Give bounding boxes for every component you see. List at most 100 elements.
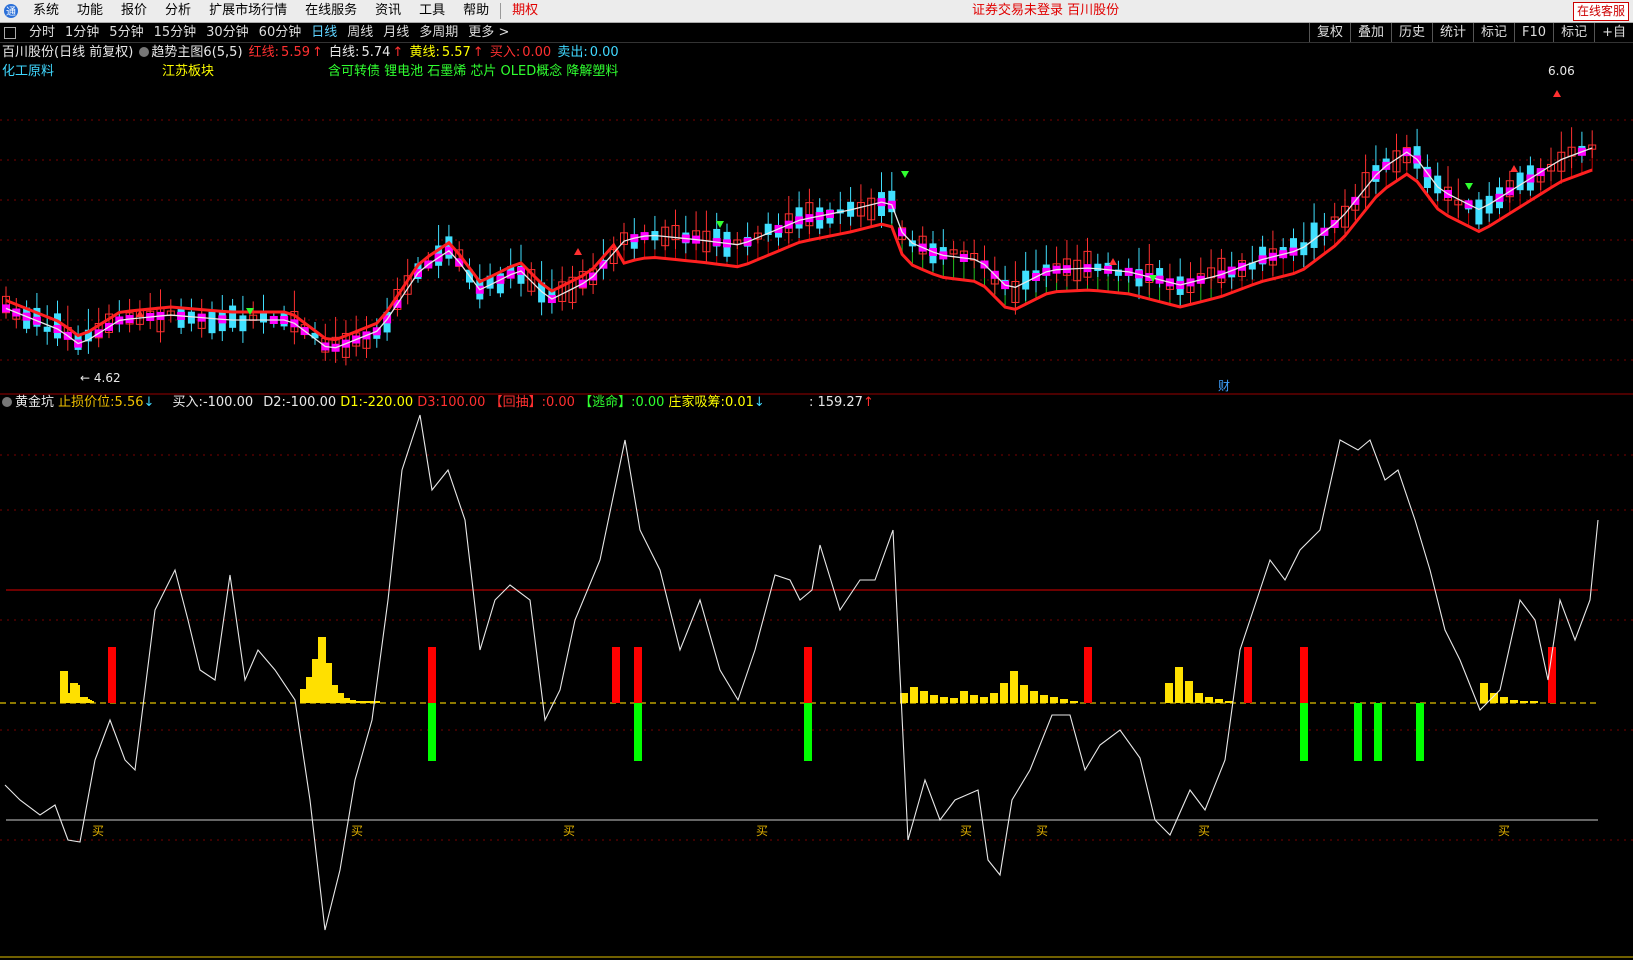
candle-body-down (74, 333, 82, 350)
golden-bar (1185, 681, 1193, 703)
period-daily[interactable]: 日线 (306, 23, 342, 42)
period-60min[interactable]: 60分钟 (254, 23, 307, 42)
candle-highlight (589, 272, 598, 281)
candle-highlight (300, 327, 309, 336)
green-signal-bar (1374, 703, 1382, 761)
golden-bar (1490, 693, 1498, 703)
candle-body-down (229, 305, 237, 328)
sub-buy-value: -100.00 (202, 395, 254, 410)
candle-body-up (753, 232, 762, 240)
candle-body-up (321, 337, 330, 353)
chart-canvas[interactable]: 6.06 ← 4.62 财买 买 买 买 买 买 买 买 (0, 0, 1633, 960)
menu-quote[interactable]: 报价 (112, 0, 156, 22)
candle-highlight (1423, 169, 1432, 178)
candle-body-up (1196, 273, 1205, 279)
candle-body-up (1330, 216, 1339, 226)
candle-body-down (929, 243, 937, 264)
candle-body-down (1516, 172, 1524, 191)
red-signal-bar (108, 647, 116, 703)
golden-bar (70, 683, 78, 703)
buy-signal-label: 买 (92, 824, 104, 838)
indicator-dropdown-icon[interactable] (139, 47, 150, 57)
arrow-up-icon: ↑ (392, 45, 404, 60)
green-signal-bar (804, 703, 812, 761)
toolbar-history[interactable]: 历史 (1391, 23, 1432, 42)
candle-body-down (115, 317, 123, 323)
online-service-button[interactable]: 在线客服 (1572, 2, 1629, 21)
right-toolbar: 复权 叠加 历史 统计 标记 F10 标记 +自 (1308, 23, 1633, 42)
candle-highlight (362, 331, 371, 340)
candle-highlight (815, 212, 824, 221)
period-15min[interactable]: 15分钟 (149, 23, 202, 42)
candle-body-down (713, 228, 721, 247)
candle-highlight (1279, 250, 1288, 259)
candle-body-down (1290, 238, 1297, 256)
candle-body-down (1228, 270, 1236, 278)
candle-highlight (444, 246, 453, 255)
yellow-line-label: 黄线: (409, 45, 440, 60)
sector-concepts[interactable]: 含可转债 锂电池 石墨烯 芯片 OLED概念 降解塑料 (328, 64, 618, 79)
candle-highlight (1001, 281, 1010, 290)
d1-label: D1: (340, 395, 363, 410)
candle-highlight (599, 260, 608, 269)
toolbar-mark-2[interactable]: 标记 (1553, 23, 1594, 42)
period-multi[interactable]: 多周期 (414, 23, 463, 42)
panel-toggle-icon[interactable] (4, 26, 16, 39)
sector-industry[interactable]: 化工原料 (2, 63, 162, 81)
candle-highlight (506, 270, 515, 279)
candle-body-up (249, 314, 258, 321)
menu-system[interactable]: 系统 (24, 0, 68, 22)
candle-body-up (362, 331, 371, 349)
toolbar-stats[interactable]: 统计 (1432, 23, 1473, 42)
white-ma-line (5, 147, 1593, 349)
red-line-label: 红线: (248, 45, 280, 60)
candle-body-up (424, 260, 433, 267)
candle-highlight (929, 248, 937, 256)
period-more[interactable]: 更多 > (463, 23, 514, 42)
candle-highlight (1371, 171, 1380, 180)
candle-highlight (22, 312, 31, 321)
menu-online-service[interactable]: 在线服务 (296, 0, 366, 22)
period-weekly[interactable]: 周线 (342, 23, 378, 42)
candle-highlight (32, 316, 41, 325)
toolbar-mark[interactable]: 标记 (1473, 23, 1514, 42)
candle-highlight (434, 253, 443, 262)
menu-extended-market[interactable]: 扩展市场行情 (200, 0, 296, 22)
period-tick[interactable]: 分时 (24, 23, 60, 42)
period-monthly[interactable]: 月线 (378, 23, 414, 42)
menu-help[interactable]: 帮助 (454, 0, 498, 22)
candle-body-down (1423, 166, 1431, 189)
candle-body-down (548, 290, 556, 302)
candle-highlight (115, 316, 124, 325)
red-signal-bar (612, 647, 620, 703)
menu-options[interactable]: 期权 (503, 0, 547, 22)
candle-body-up (290, 311, 299, 333)
app-logo-icon[interactable]: 通 (2, 2, 20, 20)
golden-bar (1040, 695, 1048, 703)
sector-region[interactable]: 江苏板块 (162, 63, 328, 81)
main-indicator-line: 百川股份(日线 前复权) 趋势主图6(5,5) 红线: 5.59 ↑ 白线: 5.74… (2, 44, 621, 62)
candle-body-down (599, 259, 607, 268)
candle-body-down (466, 269, 473, 283)
period-30min[interactable]: 30分钟 (201, 23, 254, 42)
candle-body-down (373, 333, 381, 339)
toolbar-f10[interactable]: F10 (1514, 23, 1553, 42)
period-5min[interactable]: 5分钟 (104, 23, 148, 42)
menu-analysis[interactable]: 分析 (156, 0, 200, 22)
menu-news[interactable]: 资讯 (366, 0, 410, 22)
toolbar-overlay[interactable]: 叠加 (1349, 23, 1391, 42)
candle-highlight (156, 311, 165, 320)
candle-highlight (352, 335, 361, 344)
stock-title[interactable]: 百川股份(日线 前复权) (2, 45, 133, 60)
period-1min[interactable]: 1分钟 (60, 23, 104, 42)
sub-indicator-name[interactable]: 黄金坑 (15, 395, 54, 410)
toolbar-custom[interactable]: +自 (1594, 23, 1633, 42)
candle-body-down (878, 192, 885, 216)
toolbar-fuquan[interactable]: 复权 (1308, 23, 1350, 42)
menu-tools[interactable]: 工具 (410, 0, 454, 22)
sub-indicator-dropdown-icon[interactable] (2, 397, 12, 407)
indicator-name[interactable]: 趋势主图6(5,5) (151, 45, 242, 60)
menu-function[interactable]: 功能 (68, 0, 112, 22)
candle-body-up (702, 230, 711, 253)
golden-bar (372, 701, 380, 703)
